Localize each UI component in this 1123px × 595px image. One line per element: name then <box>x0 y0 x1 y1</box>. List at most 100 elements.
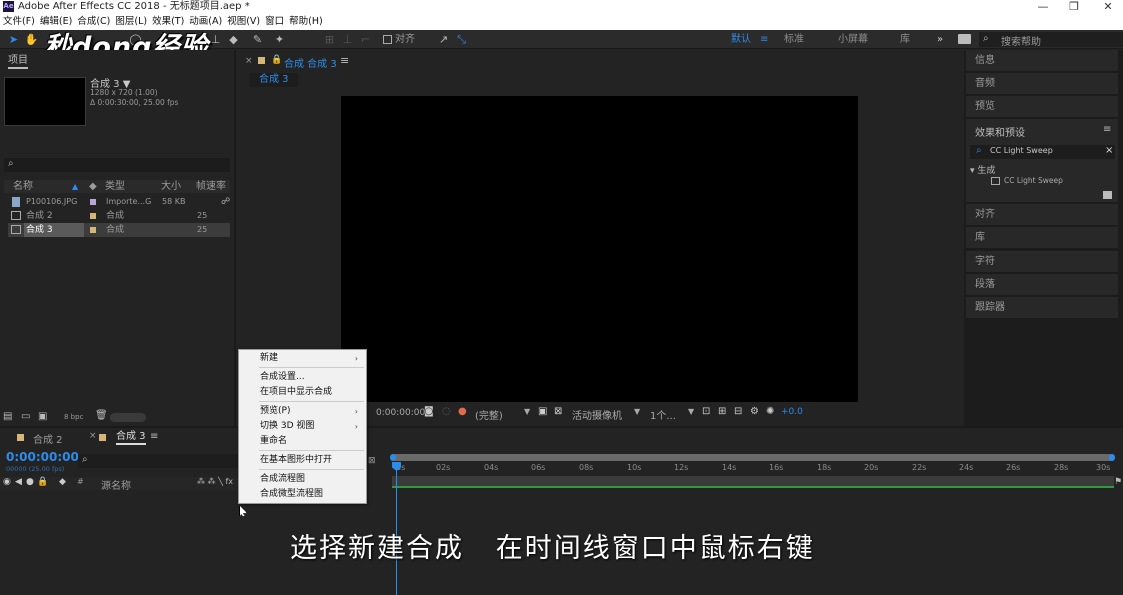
panel-menu-icon[interactable]: ≡ <box>1103 124 1111 135</box>
trash-icon[interactable]: 🗑 <box>95 410 108 421</box>
menu-item-composition-settings[interactable]: 合成设置... <box>239 370 366 385</box>
menu-item-new[interactable]: 新建 › <box>239 351 366 366</box>
menu-item-preview[interactable]: 预览(P) › <box>239 404 366 419</box>
camera-select[interactable]: 活动摄像机 <box>572 407 622 422</box>
project-tab[interactable]: 项目 <box>8 55 28 69</box>
selection-tool-icon[interactable]: ➤ <box>6 32 21 47</box>
panel-menu-icon[interactable]: ≡ <box>150 431 158 442</box>
close-tab-icon[interactable]: × <box>89 431 97 441</box>
menu-item-comp-mini-flowchart[interactable]: 合成微型流程图 <box>239 487 366 502</box>
bit-depth-label[interactable]: 8 bpc <box>64 413 83 421</box>
show-snapshot-icon[interactable]: ◌ <box>442 406 451 417</box>
exposure-icon[interactable]: ✺ <box>766 406 774 417</box>
column-size[interactable]: 大小 <box>161 180 181 193</box>
channel-icon[interactable]: ● <box>458 406 467 417</box>
effect-category-generate[interactable]: ▾ 生成 <box>970 163 995 176</box>
navigator-end-handle[interactable] <box>1109 454 1115 461</box>
menu-animation[interactable]: 动画(A) <box>187 14 224 30</box>
world-axis-icon[interactable]: ⊥ <box>340 32 355 47</box>
effects-presets-title[interactable]: 效果和预设 <box>975 124 1025 139</box>
sort-up-icon[interactable]: ▲ <box>72 180 78 193</box>
tracker-panel[interactable]: 跟踪器 <box>966 297 1118 319</box>
reset-exposure-icon[interactable]: ⚙ <box>750 406 759 417</box>
maximize-button[interactable]: ❐ <box>1059 0 1089 14</box>
puppet-tool-icon[interactable]: ✦ <box>272 32 287 47</box>
workspace-library[interactable]: 库 <box>900 33 910 46</box>
eraser-tool-icon[interactable]: ◆ <box>226 32 241 47</box>
hand-tool-icon[interactable]: ✋ <box>24 32 39 47</box>
timeline-icon[interactable]: ⊞ <box>718 406 726 417</box>
current-time-display[interactable]: 0:00:00:00 <box>6 450 79 464</box>
region-of-interest-icon[interactable]: ▣ <box>538 406 547 417</box>
help-search-input[interactable]: ⌕ 搜索帮助 <box>979 32 1123 48</box>
roto-brush-tool-icon[interactable]: ✎ <box>250 32 265 47</box>
menu-window[interactable]: 窗口 <box>263 14 286 30</box>
preview-panel[interactable]: 预览 <box>966 96 1118 118</box>
local-axis-icon[interactable]: ⊞ <box>322 32 337 47</box>
composition-tab[interactable]: 合成 合成 3 <box>284 55 337 70</box>
menu-item-switch-3d-view[interactable]: 切换 3D 视图 › <box>239 419 366 434</box>
visibility-icon[interactable]: ◉ <box>3 477 11 487</box>
menu-item-comp-flowchart[interactable]: 合成流程图 <box>239 472 366 487</box>
audio-panel[interactable]: 音频 <box>966 73 1118 95</box>
menu-item-rename[interactable]: 重命名 <box>239 434 366 449</box>
snap-options-icon[interactable]: ⤡ <box>454 32 469 47</box>
lock-icon[interactable]: 🔒 <box>37 477 48 487</box>
fast-previews-icon[interactable]: ⊡ <box>702 406 710 417</box>
exposure-value[interactable]: +0.0 <box>781 407 803 417</box>
time-navigator[interactable] <box>390 454 1115 461</box>
workspace-default[interactable]: 默认 <box>731 33 751 46</box>
menu-layer[interactable]: 图层(L) <box>113 14 149 30</box>
new-composition-icon[interactable]: ▣ <box>38 411 47 422</box>
timeline-tab-comp2[interactable]: 合成 2 <box>33 431 63 446</box>
column-fps[interactable]: 帧速率 <box>196 180 226 193</box>
workspace-standard[interactable]: 标准 <box>784 33 804 46</box>
align-checkbox[interactable] <box>383 35 392 44</box>
workspace-menu-icon[interactable]: ≡ <box>760 33 768 46</box>
new-folder-icon[interactable]: ▭ <box>21 411 30 422</box>
thumbnail-slider[interactable] <box>110 413 146 422</box>
flowchart-icon[interactable]: ☍ <box>221 195 230 209</box>
menu-edit[interactable]: 编辑(E) <box>38 14 74 30</box>
work-area-bar[interactable] <box>392 476 1114 488</box>
minimize-button[interactable]: — <box>1028 0 1058 14</box>
more-workspaces-icon[interactable]: » <box>937 33 943 46</box>
comp-button-icon[interactable]: ⚑ <box>1114 477 1123 489</box>
solo-icon[interactable]: ● <box>26 477 34 487</box>
snap-icon[interactable]: ↗ <box>436 32 451 47</box>
view-axis-icon[interactable]: ⌐ <box>358 32 373 47</box>
align-panel[interactable]: 对齐 <box>966 204 1118 226</box>
column-type[interactable]: 类型 <box>105 180 125 193</box>
comp-navigator-tab[interactable]: 合成 3 <box>250 73 298 87</box>
snapshot-icon[interactable]: ◙ <box>424 406 434 417</box>
chevron-down-icon[interactable]: ▼ <box>524 407 530 416</box>
project-row[interactable]: 合成 2 合成 25 <box>8 209 230 223</box>
resolution-select[interactable]: (完整) <box>475 407 503 422</box>
close-tab-icon[interactable]: × <box>245 56 253 66</box>
views-select[interactable]: 1个... <box>650 407 676 422</box>
menu-item-open-in-essential-graphics[interactable]: 在基本图形中打开 <box>239 453 366 468</box>
navigator-start-handle[interactable] <box>390 454 396 461</box>
column-name[interactable]: 名称 <box>13 180 33 193</box>
libraries-panel[interactable]: 库 <box>966 227 1118 249</box>
menu-item-reveal-in-project[interactable]: 在项目中显示合成 <box>239 385 366 400</box>
sync-settings-icon[interactable] <box>958 34 971 44</box>
time-navigator-range[interactable] <box>392 454 1114 461</box>
menu-composition[interactable]: 合成(C) <box>75 14 112 30</box>
source-name-column[interactable]: 源名称 <box>101 477 131 492</box>
project-search-input[interactable]: ⌕ <box>4 158 230 172</box>
audio-icon[interactable]: ◀ <box>15 477 22 487</box>
comp-flowchart-icon[interactable]: ⊟ <box>734 406 742 417</box>
interpret-footage-icon[interactable]: ▤ <box>3 411 12 422</box>
project-row-selected[interactable]: 合成 3 合成 25 <box>8 223 230 237</box>
info-panel[interactable]: 信息 <box>966 50 1118 72</box>
viewer-time[interactable]: 0:00:00:00 <box>376 408 425 418</box>
effects-search-input[interactable]: ⌕ CC Light Sweep × <box>970 145 1115 159</box>
comp-mini-flowchart-icon[interactable]: ⊠ <box>368 456 376 466</box>
menu-view[interactable]: 视图(V) <box>225 14 262 30</box>
clear-search-icon[interactable]: × <box>1105 145 1113 156</box>
switches-icon[interactable]: ⁂ ⁂ ╲ fx <box>197 477 233 486</box>
stamp-tool-icon[interactable]: ⊥ <box>208 32 223 47</box>
new-preset-icon[interactable] <box>1103 191 1112 199</box>
menu-help[interactable]: 帮助(H) <box>287 14 325 30</box>
